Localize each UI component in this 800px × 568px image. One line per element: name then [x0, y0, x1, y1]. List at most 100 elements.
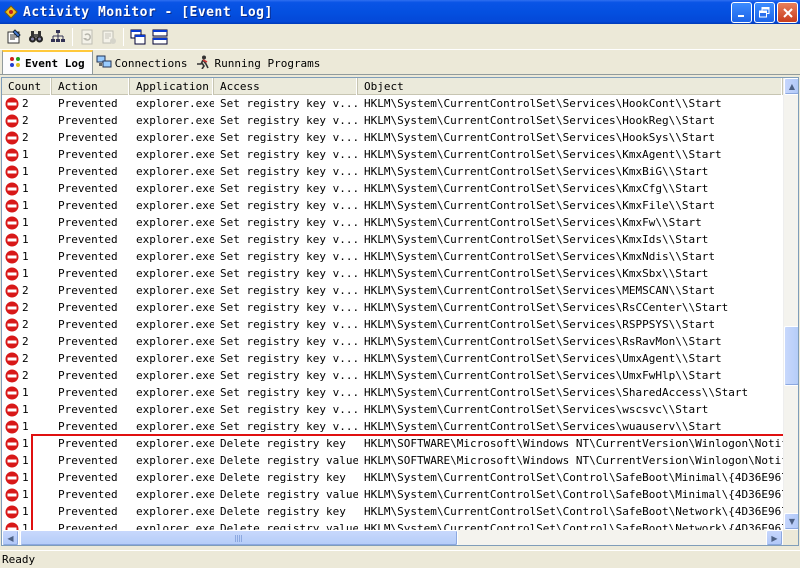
prevented-icon [5, 454, 19, 467]
cell-count: 1 [2, 488, 52, 502]
cell-object: HKLM\System\CurrentControlSet\Services\U… [364, 369, 722, 382]
column-header-count[interactable]: Count [2, 78, 52, 95]
cell-count: 1 [2, 454, 52, 468]
table-row[interactable]: 1 Prevented explorer.exe Set registry key v… [2, 231, 783, 248]
cell-object: HKLM\System\CurrentControlSet\Services\K… [364, 182, 709, 195]
table-row[interactable]: 1 Prevented explorer.exe Delete registry ke… [2, 503, 783, 520]
table-row[interactable]: 1 Prevented explorer.exe Delete registry va… [2, 452, 783, 469]
table-row[interactable]: 1 Prevented explorer.exe Set registry key v… [2, 384, 783, 401]
cell-count: 2 [2, 284, 52, 298]
maximize-icon[interactable] [754, 2, 775, 23]
cell-object: HKLM\System\CurrentControlSet\Services\U… [364, 352, 722, 365]
count-value: 1 [22, 216, 29, 229]
count-value: 1 [22, 233, 29, 246]
tree-icon[interactable] [47, 26, 69, 48]
table-row[interactable]: 1 Prevented explorer.exe Delete registry va… [2, 486, 783, 503]
refresh-icon[interactable] [76, 26, 98, 48]
table-row[interactable]: 2 Prevented explorer.exe Set registry key v… [2, 333, 783, 350]
scroll-left-button[interactable]: ◀ [2, 530, 19, 545]
table-row[interactable]: 1 Prevented explorer.exe Set registry key v… [2, 146, 783, 163]
horizontal-scrollbar[interactable]: ◀ ▶ [2, 530, 783, 545]
table-row[interactable]: 2 Prevented explorer.exe Set registry key v… [2, 350, 783, 367]
window-tile-icon[interactable] [149, 26, 171, 48]
table-row[interactable]: 1 Prevented explorer.exe Set registry key v… [2, 265, 783, 282]
table-row[interactable]: 1 Prevented explorer.exe Delete registry ke… [2, 435, 783, 452]
table-row[interactable]: 1 Prevented explorer.exe Set registry key v… [2, 163, 783, 180]
event-log-icon [8, 55, 22, 72]
table-row[interactable]: 2 Prevented explorer.exe Set registry key v… [2, 129, 783, 146]
event-log-list[interactable]: Count Action Application Access Object 2… [1, 77, 799, 546]
cell-object: HKLM\SOFTWARE\Microsoft\Windows NT\Curre… [364, 437, 783, 450]
cell-application: explorer.exe [136, 488, 214, 501]
cell-count: 2 [2, 114, 52, 128]
count-value: 2 [22, 352, 29, 365]
table-row[interactable]: 2 Prevented explorer.exe Set registry key v… [2, 367, 783, 384]
table-row[interactable]: 1 Prevented explorer.exe Set registry key v… [2, 401, 783, 418]
cell-access: Set registry key v... [220, 284, 358, 297]
export-icon[interactable] [98, 26, 120, 48]
title-bar[interactable]: Activity Monitor - [Event Log] [0, 0, 800, 24]
cell-object: HKLM\SOFTWARE\Microsoft\Windows NT\Curre… [364, 454, 783, 467]
cell-access: Set registry key v... [220, 352, 358, 365]
scroll-right-button[interactable]: ▶ [766, 530, 783, 545]
cell-access: Set registry key v... [220, 403, 358, 416]
column-header-application[interactable]: Application [130, 78, 214, 95]
cell-count: 1 [2, 148, 52, 162]
cell-action: Prevented [58, 114, 118, 127]
cell-access: Delete registry value [220, 454, 358, 467]
cell-count: 1 [2, 199, 52, 213]
count-value: 2 [22, 369, 29, 382]
table-row[interactable]: 2 Prevented explorer.exe Set registry key v… [2, 95, 783, 112]
column-header-object[interactable]: Object [358, 78, 783, 95]
cell-object: HKLM\System\CurrentControlSet\Services\R… [364, 301, 729, 314]
tab-connections[interactable]: Connections [93, 53, 193, 74]
table-row[interactable]: 2 Prevented explorer.exe Set registry key v… [2, 316, 783, 333]
column-header-access[interactable]: Access [214, 78, 358, 95]
scroll-down-button[interactable]: ▼ [784, 513, 798, 530]
table-row[interactable]: 1 Prevented explorer.exe Delete registry ke… [2, 469, 783, 486]
cell-access: Set registry key v... [220, 369, 358, 382]
table-row[interactable]: 2 Prevented explorer.exe Set registry key v… [2, 112, 783, 129]
vertical-scroll-thumb[interactable] [784, 326, 798, 386]
cell-object: HKLM\System\CurrentControlSet\Services\R… [364, 318, 715, 331]
cell-count: 2 [2, 97, 52, 111]
table-row[interactable]: 1 Prevented explorer.exe Set registry key v… [2, 418, 783, 435]
count-value: 1 [22, 165, 29, 178]
tab-label: Event Log [25, 56, 85, 70]
table-row[interactable]: 2 Prevented explorer.exe Set registry key v… [2, 282, 783, 299]
cell-application: explorer.exe [136, 131, 214, 144]
prevented-icon [5, 352, 19, 365]
tab-event-log[interactable]: Event Log [2, 50, 93, 74]
column-header-action[interactable]: Action [52, 78, 130, 95]
prevented-icon [5, 199, 19, 212]
close-icon[interactable] [777, 2, 798, 23]
cell-object: HKLM\System\CurrentControlSet\Services\w… [364, 403, 709, 416]
tab-running-programs[interactable]: Running Programs [192, 53, 325, 74]
table-row[interactable]: 1 Prevented explorer.exe Delete registry va… [2, 520, 783, 530]
table-row[interactable]: 1 Prevented explorer.exe Set registry key v… [2, 214, 783, 231]
cell-access: Set registry key v... [220, 335, 358, 348]
prevented-icon [5, 437, 19, 450]
vertical-scrollbar[interactable]: ▲ ▼ [783, 78, 798, 530]
horizontal-scroll-thumb[interactable] [20, 530, 458, 545]
table-row[interactable]: 2 Prevented explorer.exe Set registry key v… [2, 299, 783, 316]
table-row[interactable]: 1 Prevented explorer.exe Set registry key v… [2, 180, 783, 197]
cell-action: Prevented [58, 505, 118, 518]
cell-application: explorer.exe [136, 335, 214, 348]
table-row[interactable]: 1 Prevented explorer.exe Set registry key v… [2, 248, 783, 265]
find-icon[interactable] [25, 26, 47, 48]
scroll-up-button[interactable]: ▲ [784, 78, 798, 95]
minimize-icon[interactable] [731, 2, 752, 23]
table-row[interactable]: 1 Prevented explorer.exe Set registry key v… [2, 197, 783, 214]
properties-icon[interactable] [3, 26, 25, 48]
connections-icon [96, 55, 112, 72]
cell-access: Delete registry key [220, 505, 346, 518]
cell-application: explorer.exe [136, 233, 214, 246]
cell-action: Prevented [58, 301, 118, 314]
count-value: 1 [22, 403, 29, 416]
cell-action: Prevented [58, 267, 118, 280]
prevented-icon [5, 318, 19, 331]
cell-count: 2 [2, 352, 52, 366]
window-cascade-icon[interactable] [127, 26, 149, 48]
cell-application: explorer.exe [136, 420, 214, 433]
